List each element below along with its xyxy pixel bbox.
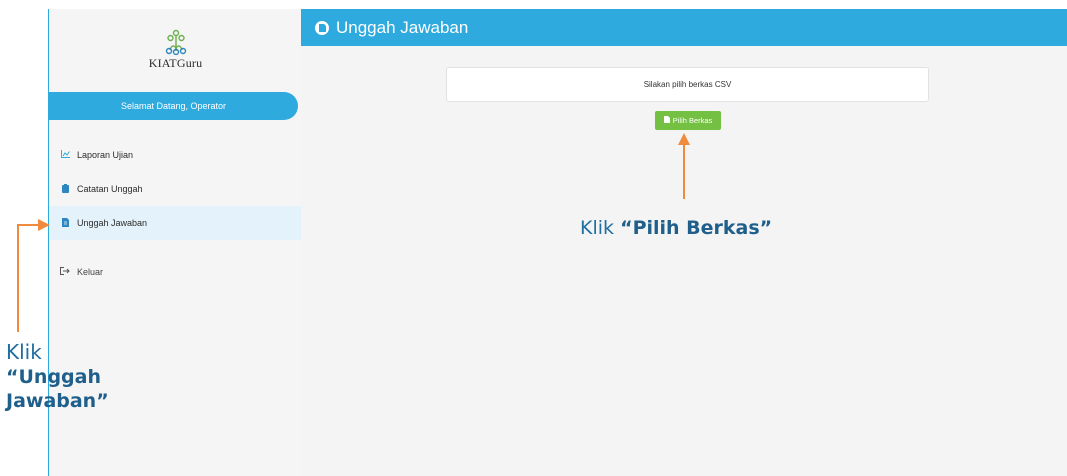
sidebar-item-catatan-unggah[interactable]: Catatan Unggah	[49, 172, 302, 206]
logo: KIATGuru	[49, 29, 302, 71]
annotation-arrow-pilih	[678, 133, 690, 199]
logout-icon	[60, 267, 70, 277]
file-icon	[663, 116, 670, 125]
annotation-pilih-berkas: Klik “Pilih Berkas”	[580, 217, 772, 239]
annotation-emphasis: “Unggah Jawaban”	[6, 366, 109, 412]
sidebar-item-label: Laporan Ujian	[77, 150, 134, 160]
sidebar-item-laporan-ujian[interactable]: Laporan Ujian	[49, 138, 302, 172]
logo-text: KIATGuru	[148, 56, 203, 70]
chart-icon	[60, 150, 70, 160]
pilih-berkas-label: Pilih Berkas	[672, 116, 713, 125]
sidebar-item-label: Catatan Unggah	[77, 184, 143, 194]
sidebar-item-keluar[interactable]: Keluar	[49, 255, 302, 289]
annotation-arrow-unggah	[17, 219, 50, 332]
page-title: Unggah Jawaban	[336, 17, 469, 37]
sidebar-item-label: Unggah Jawaban	[77, 218, 148, 228]
annotation-unggah-jawaban: Klik “Unggah Jawaban”	[6, 339, 156, 413]
annotation-prefix: Klik	[6, 340, 42, 364]
sidebar-item-label: Keluar	[77, 267, 104, 277]
header-bar: Unggah Jawaban	[301, 9, 1067, 46]
annotation-emphasis: “Pilih Berkas”	[620, 217, 773, 239]
file-icon	[60, 217, 70, 229]
pilih-berkas-button[interactable]: Pilih Berkas	[655, 111, 721, 130]
clipboard-icon	[60, 183, 70, 195]
sidebar-item-unggah-jawaban[interactable]: Unggah Jawaban	[49, 206, 302, 240]
welcome-banner: Selamat Datang, Operator	[49, 92, 298, 120]
csv-prompt-box: Silakan pilih berkas CSV	[446, 67, 929, 102]
annotation-prefix: Klik	[580, 217, 615, 239]
upload-circle-icon	[315, 20, 329, 35]
tree-logo-icon	[165, 29, 186, 55]
